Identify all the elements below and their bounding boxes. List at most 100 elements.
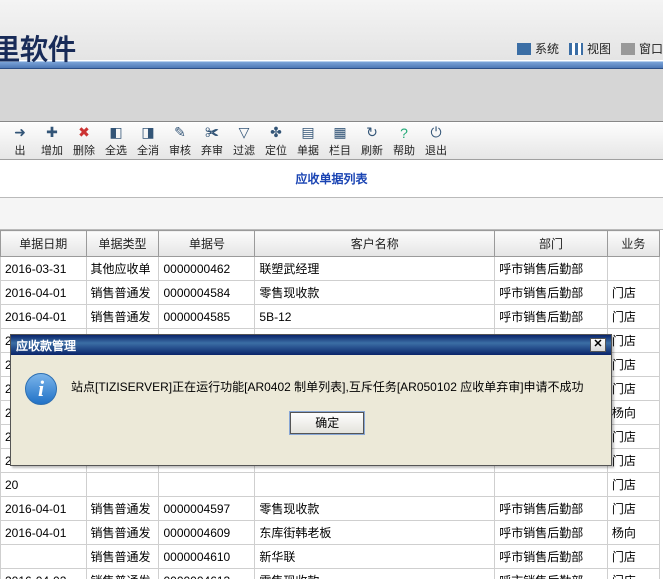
cell-no: 0000004585: [159, 305, 255, 329]
cell-date: 2016-04-01: [1, 305, 87, 329]
tool-帮助[interactable]: ?帮助: [388, 123, 420, 159]
cell-cust: 零售现收款: [255, 569, 495, 579]
cell-no: [159, 473, 255, 497]
table-row[interactable]: 2016-03-31其他应收单0000000462联塑武经理呼市销售后勤部: [1, 257, 660, 281]
col-dept[interactable]: 部门: [495, 231, 608, 257]
cell-type: 销售普通发: [86, 545, 159, 569]
tool-过滤[interactable]: ▽过滤: [228, 123, 260, 159]
cell-no: 0000004613: [159, 569, 255, 579]
table-header-row: 单据日期 单据类型 单据号 客户名称 部门 业务: [1, 231, 660, 257]
tool-退出[interactable]: ⏻退出: [420, 123, 452, 159]
cell-biz: 门店: [607, 569, 659, 579]
cell-cust: [255, 473, 495, 497]
tool-全消[interactable]: ◨全消: [132, 123, 164, 159]
单据-icon: ▤: [300, 125, 316, 141]
cell-biz: 门店: [607, 473, 659, 497]
cell-cust: 新华联: [255, 545, 495, 569]
dialog-titlebar[interactable]: 应收款管理 ✕: [11, 335, 611, 355]
cell-biz: 门店: [607, 281, 659, 305]
close-icon[interactable]: ✕: [590, 338, 606, 352]
定位-icon: ✤: [268, 125, 284, 141]
header-separator: [0, 61, 663, 69]
message-dialog: 应收款管理 ✕ i 站点[TIZISERVER]正在运行功能[AR0402 制单…: [10, 334, 612, 466]
出-icon: ➜: [12, 125, 28, 141]
cell-no: 0000004584: [159, 281, 255, 305]
tool-栏目[interactable]: ▦栏目: [324, 123, 356, 159]
cell-date: 2016-03-31: [1, 257, 87, 281]
table-row[interactable]: 2016-04-01销售普通发00000045855B-12呼市销售后勤部门店: [1, 305, 660, 329]
tool-全选[interactable]: ◧全选: [100, 123, 132, 159]
table-row[interactable]: 销售普通发0000004610新华联呼市销售后勤部门店: [1, 545, 660, 569]
cell-type: [86, 473, 159, 497]
弃审-icon: ✀: [204, 125, 220, 141]
header-gap: [0, 69, 663, 122]
cell-no: 0000004609: [159, 521, 255, 545]
col-date[interactable]: 单据日期: [1, 231, 87, 257]
ok-button[interactable]: 确定: [290, 412, 364, 434]
cell-biz: 门店: [607, 329, 659, 353]
table-row[interactable]: 2016-04-01销售普通发0000004584零售现收款呼市销售后勤部门店: [1, 281, 660, 305]
tool-定位[interactable]: ✤定位: [260, 123, 292, 159]
view-icon: [569, 43, 583, 55]
cell-biz: 门店: [607, 449, 659, 473]
审核-icon: ✎: [172, 125, 188, 141]
menu-视图[interactable]: 视图: [569, 40, 611, 57]
menu-窗口[interactable]: 窗口: [621, 40, 663, 57]
tool-删除[interactable]: ✖删除: [68, 123, 100, 159]
top-menu: 系统视图窗口: [517, 40, 663, 57]
info-icon: i: [25, 373, 57, 405]
cell-cust: 联塑武经理: [255, 257, 495, 281]
tool-单据[interactable]: ▤单据: [292, 123, 324, 159]
cell-biz: 门店: [607, 545, 659, 569]
tool-刷新[interactable]: ↻刷新: [356, 123, 388, 159]
cell-type: 销售普通发: [86, 569, 159, 579]
cell-dept: 呼市销售后勤部: [495, 569, 608, 579]
app-logo: 里软件: [0, 28, 76, 68]
cell-date: 2016-04-02: [1, 569, 87, 579]
cell-biz: 杨向: [607, 401, 659, 425]
system-icon: [517, 43, 531, 55]
list-title: 应收单据列表: [0, 160, 663, 198]
cell-date: 2016-04-01: [1, 521, 87, 545]
dialog-message: 站点[TIZISERVER]正在运行功能[AR0402 制单列表],互斥任务[A…: [71, 373, 584, 396]
table-row[interactable]: 2016-04-01销售普通发0000004609东库街韩老板呼市销售后勤部杨向: [1, 521, 660, 545]
table-row[interactable]: 2016-04-01销售普通发0000004597零售现收款呼市销售后勤部门店: [1, 497, 660, 521]
cell-no: 0000000462: [159, 257, 255, 281]
cell-type: 销售普通发: [86, 305, 159, 329]
menu-系统[interactable]: 系统: [517, 40, 559, 57]
刷新-icon: ↻: [364, 125, 380, 141]
table-row[interactable]: 20门店: [1, 473, 660, 497]
cell-no: 0000004597: [159, 497, 255, 521]
tool-弃审[interactable]: ✀弃审: [196, 123, 228, 159]
filter-gap: [0, 198, 663, 230]
app-header: 里软件 系统视图窗口: [0, 0, 663, 61]
window-icon: [621, 43, 635, 55]
col-type[interactable]: 单据类型: [86, 231, 159, 257]
col-no[interactable]: 单据号: [159, 231, 255, 257]
删除-icon: ✖: [76, 125, 92, 141]
cell-date: 2016-04-01: [1, 281, 87, 305]
cell-cust: 零售现收款: [255, 497, 495, 521]
cell-date: 2016-04-01: [1, 497, 87, 521]
col-cust[interactable]: 客户名称: [255, 231, 495, 257]
cell-dept: 呼市销售后勤部: [495, 281, 608, 305]
cell-type: 销售普通发: [86, 497, 159, 521]
全选-icon: ◧: [108, 125, 124, 141]
cell-biz: [607, 257, 659, 281]
cell-biz: 门店: [607, 305, 659, 329]
cell-type: 销售普通发: [86, 281, 159, 305]
tool-审核[interactable]: ✎审核: [164, 123, 196, 159]
tool-出[interactable]: ➜出: [4, 123, 36, 159]
cell-dept: [495, 473, 608, 497]
cell-biz: 门店: [607, 353, 659, 377]
tool-增加[interactable]: ✚增加: [36, 123, 68, 159]
cell-biz: 杨向: [607, 521, 659, 545]
cell-dept: 呼市销售后勤部: [495, 497, 608, 521]
cell-dept: 呼市销售后勤部: [495, 521, 608, 545]
cell-biz: 门店: [607, 377, 659, 401]
cell-type: 其他应收单: [86, 257, 159, 281]
table-row[interactable]: 2016-04-02销售普通发0000004613零售现收款呼市销售后勤部门店: [1, 569, 660, 579]
col-biz[interactable]: 业务: [607, 231, 659, 257]
cell-cust: 东库街韩老板: [255, 521, 495, 545]
退出-icon: ⏻: [428, 125, 444, 141]
